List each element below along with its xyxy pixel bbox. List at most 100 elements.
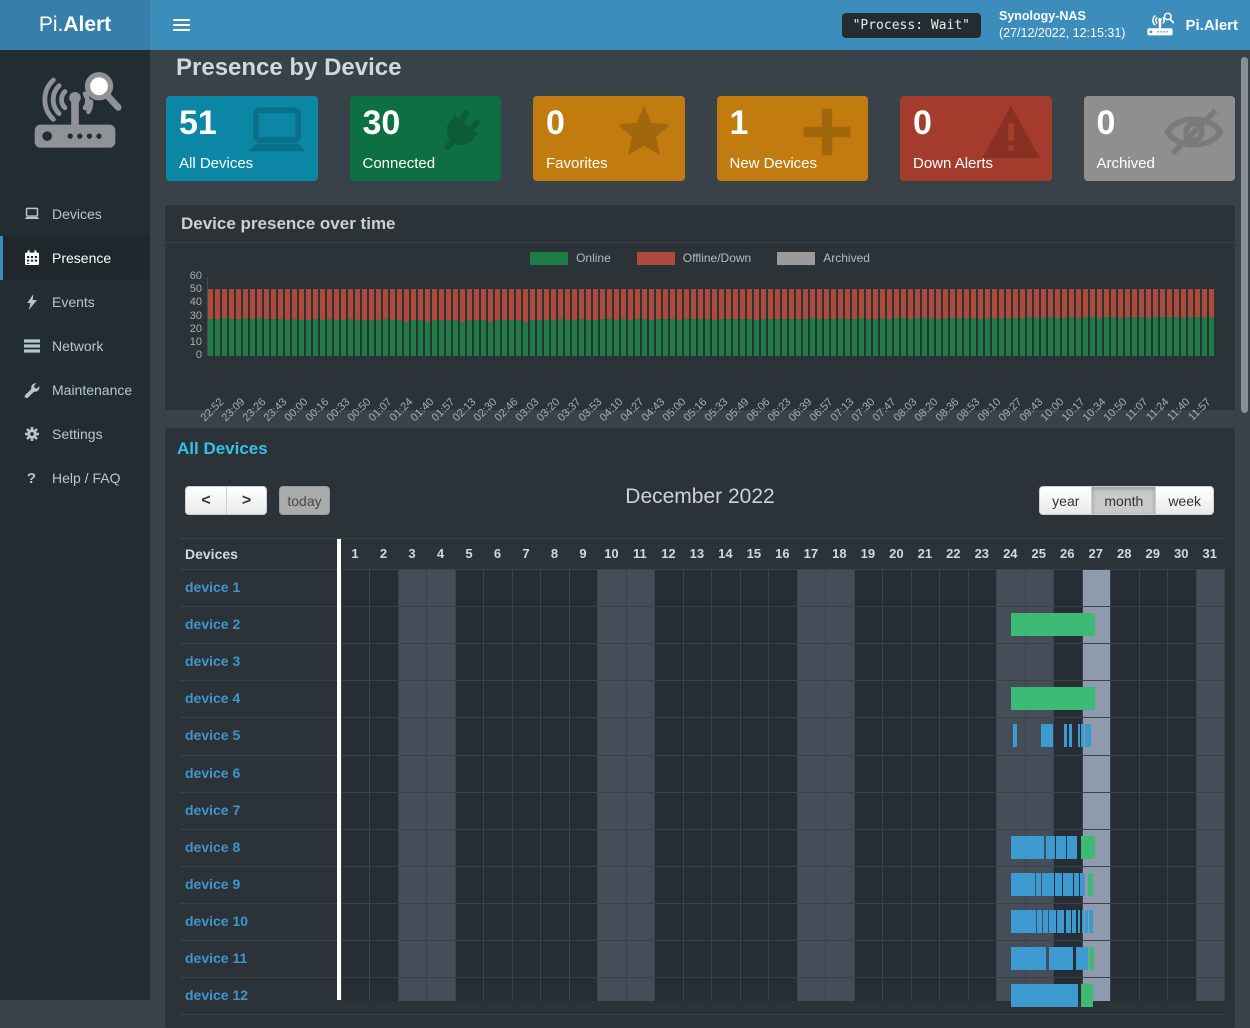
presence-bar-session[interactable]	[1078, 724, 1080, 747]
presence-bar-session[interactable]	[1056, 836, 1066, 859]
day-header: 20	[882, 546, 910, 561]
stacked-bar	[803, 289, 808, 356]
brand-logo[interactable]: Pi.Alert	[0, 0, 150, 50]
device-link[interactable]: device 8	[185, 839, 240, 855]
presence-bar-session[interactable]	[1011, 873, 1035, 896]
presence-bar-session[interactable]	[1011, 910, 1036, 933]
presence-bar-session[interactable]	[1057, 910, 1064, 933]
presence-bar-session[interactable]	[1085, 910, 1088, 933]
sidebar-item-label: Help / FAQ	[52, 470, 120, 486]
stacked-bar	[558, 289, 563, 356]
stacked-bar	[1174, 289, 1179, 356]
presence-bar-session[interactable]	[1036, 873, 1041, 896]
day-header: 29	[1139, 546, 1167, 561]
device-link[interactable]: device 2	[185, 616, 240, 632]
stacked-bar	[922, 289, 927, 356]
card-connected[interactable]: 30Connected	[350, 96, 502, 181]
presence-bar-session[interactable]	[1063, 873, 1073, 896]
presence-bar-session[interactable]	[1069, 724, 1072, 747]
presence-bar-session[interactable]	[1049, 910, 1056, 933]
device-link[interactable]: device 6	[185, 765, 240, 781]
sidebar-item-maintenance[interactable]: Maintenance	[0, 368, 150, 412]
presence-bar-session[interactable]	[1011, 947, 1046, 970]
stacked-bar	[250, 289, 255, 356]
stacked-bar	[418, 289, 423, 356]
presence-bar-session[interactable]	[1042, 873, 1054, 896]
stacked-bar	[530, 289, 535, 356]
presence-bar-session[interactable]	[1078, 910, 1081, 933]
card-new-devices[interactable]: 1New Devices	[717, 96, 869, 181]
stacked-bar	[817, 289, 822, 356]
card-down-alerts[interactable]: 0Down Alerts	[900, 96, 1052, 181]
sidebar-item-network[interactable]: Network	[0, 324, 150, 368]
device-link[interactable]: device 1	[185, 579, 240, 595]
y-axis-tick: 60	[170, 270, 202, 282]
presence-bar-online[interactable]	[1088, 873, 1093, 896]
presence-bar-session[interactable]	[1013, 724, 1017, 747]
device-link[interactable]: device 7	[185, 802, 240, 818]
device-link[interactable]: device 10	[185, 913, 248, 929]
presence-bar-session[interactable]	[1011, 984, 1078, 1007]
y-axis-tick: 20	[170, 323, 202, 335]
presence-bar-session[interactable]	[1089, 910, 1094, 933]
presence-bar-session[interactable]	[1072, 910, 1076, 933]
card-all-devices[interactable]: 51All Devices	[166, 96, 318, 181]
host-datetime: (27/12/2022, 12:15:31)	[999, 25, 1126, 42]
card-archived[interactable]: 0Archived	[1084, 96, 1236, 181]
vertical-scrollbar[interactable]	[1241, 57, 1248, 413]
stacked-bar	[516, 289, 521, 356]
device-link[interactable]: device 9	[185, 876, 240, 892]
day-header: 30	[1167, 546, 1195, 561]
presence-bar-session[interactable]	[1082, 910, 1085, 933]
sidebar-item-settings[interactable]: Settings	[0, 412, 150, 456]
day-header: 28	[1110, 546, 1138, 561]
stacked-bar	[432, 289, 437, 356]
presence-bar-online[interactable]	[1089, 947, 1094, 970]
sidebar-item-events[interactable]: Events	[0, 280, 150, 324]
presence-bar-session[interactable]	[1046, 836, 1056, 859]
card-favorites[interactable]: 0Favorites	[533, 96, 685, 181]
presence-bar-session[interactable]	[1049, 947, 1073, 970]
sidebar-item-help-faq[interactable]: ?Help / FAQ	[0, 456, 150, 500]
presence-bar-session[interactable]	[1085, 724, 1091, 747]
day-header: 23	[968, 546, 996, 561]
presence-bar-online[interactable]	[1081, 984, 1093, 1007]
stacked-bar	[782, 289, 787, 356]
device-link[interactable]: device 4	[185, 690, 240, 706]
presence-bar-online[interactable]	[1081, 836, 1095, 859]
presence-bar-online[interactable]	[1011, 613, 1095, 636]
presence-bar-online[interactable]	[1011, 687, 1095, 710]
presence-bar-session[interactable]	[1066, 910, 1072, 933]
presence-bar-session[interactable]	[1055, 873, 1062, 896]
device-link[interactable]: device 11	[185, 950, 247, 966]
presence-bar-session[interactable]	[1076, 947, 1088, 970]
presence-bar-session[interactable]	[1067, 836, 1077, 859]
presence-bar-session[interactable]	[1043, 910, 1048, 933]
stacked-bar	[502, 289, 507, 356]
view-week-button[interactable]: week	[1155, 486, 1214, 515]
view-month-button[interactable]: month	[1091, 486, 1155, 515]
stacked-bar	[453, 289, 458, 356]
device-link[interactable]: device 3	[185, 653, 240, 669]
presence-bar-session[interactable]	[1011, 836, 1045, 859]
sidebar-item-presence[interactable]: Presence	[0, 236, 150, 280]
sidebar-toggle-button[interactable]	[158, 0, 204, 50]
presence-bar-session[interactable]	[1041, 724, 1053, 747]
stacked-bar	[873, 289, 878, 356]
stacked-bar	[1118, 289, 1123, 356]
presence-bar-session[interactable]	[1037, 910, 1042, 933]
sidebar-item-devices[interactable]: Devices	[0, 192, 150, 236]
stacked-bar	[264, 289, 269, 356]
grid-vline	[882, 569, 883, 1001]
card-label: Connected	[363, 155, 436, 172]
stacked-bar	[1181, 289, 1186, 356]
device-link[interactable]: device 12	[185, 987, 248, 1003]
presence-bar-session[interactable]	[1074, 873, 1079, 896]
presence-bar-session[interactable]	[1080, 873, 1085, 896]
stacked-bar	[1048, 289, 1053, 356]
view-year-button[interactable]: year	[1039, 486, 1091, 515]
presence-bar-session[interactable]	[1081, 724, 1084, 747]
device-link[interactable]: device 5	[185, 727, 240, 743]
stacked-bar	[369, 289, 374, 356]
presence-bar-session[interactable]	[1064, 724, 1067, 747]
